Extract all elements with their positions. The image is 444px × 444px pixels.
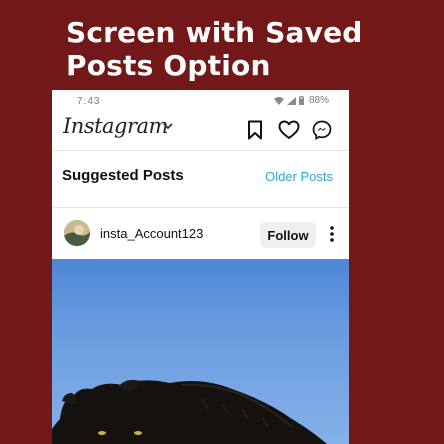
- wifi-icon: [273, 96, 284, 105]
- signal-icon: [286, 96, 296, 105]
- panther-image: [52, 379, 327, 444]
- phone-screen: 7:43 88% Instagram Suggested Posts Older…: [52, 90, 349, 444]
- suggested-posts-section: Suggested Posts Older Posts: [52, 150, 349, 207]
- post-image[interactable]: [52, 259, 349, 444]
- headline: Screen with Saved Posts Option: [66, 16, 363, 82]
- older-posts-link[interactable]: Older Posts: [265, 169, 333, 184]
- status-bar: 7:43 88%: [52, 90, 349, 112]
- app-bar: Instagram: [52, 112, 349, 150]
- avatar-image: [64, 220, 90, 246]
- more-options-icon[interactable]: [328, 224, 336, 244]
- activity-button[interactable]: [278, 119, 300, 141]
- section-title: Suggested Posts: [62, 167, 184, 184]
- post-username[interactable]: insta_Account123: [100, 226, 203, 241]
- battery-percent: 88%: [308, 95, 329, 106]
- heart-icon: [278, 120, 300, 139]
- avatar[interactable]: [64, 220, 90, 246]
- bookmark-icon: [248, 120, 262, 140]
- battery-icon: [298, 96, 304, 105]
- bookmark-button[interactable]: [244, 119, 266, 141]
- messenger-icon: [312, 120, 332, 140]
- status-icons: 88%: [273, 95, 329, 106]
- follow-button[interactable]: Follow: [260, 222, 316, 248]
- post-header: insta_Account123 Follow: [52, 208, 349, 258]
- status-time: 7:43: [77, 96, 101, 107]
- headline-line-1: Screen with Saved: [66, 16, 363, 49]
- messenger-button[interactable]: [311, 119, 333, 141]
- instagram-logo[interactable]: Instagram: [63, 114, 168, 138]
- headline-line-2: Posts Option: [66, 49, 271, 82]
- chevron-down-icon[interactable]: [163, 123, 173, 130]
